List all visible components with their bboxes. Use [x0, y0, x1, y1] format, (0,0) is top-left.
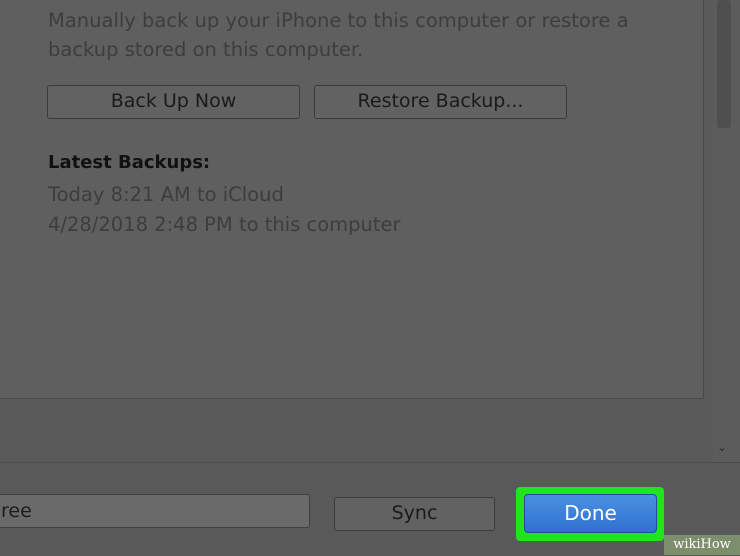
storage-bar: ree: [0, 494, 310, 528]
backups-panel: Manually back up your iPhone to this com…: [0, 0, 704, 399]
restore-backup-button[interactable]: Restore Backup...: [314, 85, 567, 119]
latest-backup-item: Today 8:21 AM to iCloud: [48, 183, 284, 206]
latest-backup-item: 4/28/2018 2:48 PM to this computer: [48, 213, 401, 236]
scroll-down-icon[interactable]: ⌄: [717, 440, 727, 454]
vertical-scrollbar[interactable]: ⌄: [713, 0, 740, 462]
backup-description: Manually back up your iPhone to this com…: [48, 9, 629, 61]
back-up-now-button[interactable]: Back Up Now: [47, 85, 300, 119]
sync-button[interactable]: Sync: [334, 497, 495, 531]
scroll-thumb[interactable]: [717, 0, 731, 128]
storage-label: ree: [1, 500, 32, 522]
wikihow-watermark: wikiHow: [664, 535, 740, 555]
latest-backups-heading: Latest Backups:: [48, 152, 211, 173]
done-button[interactable]: Done: [524, 494, 657, 533]
